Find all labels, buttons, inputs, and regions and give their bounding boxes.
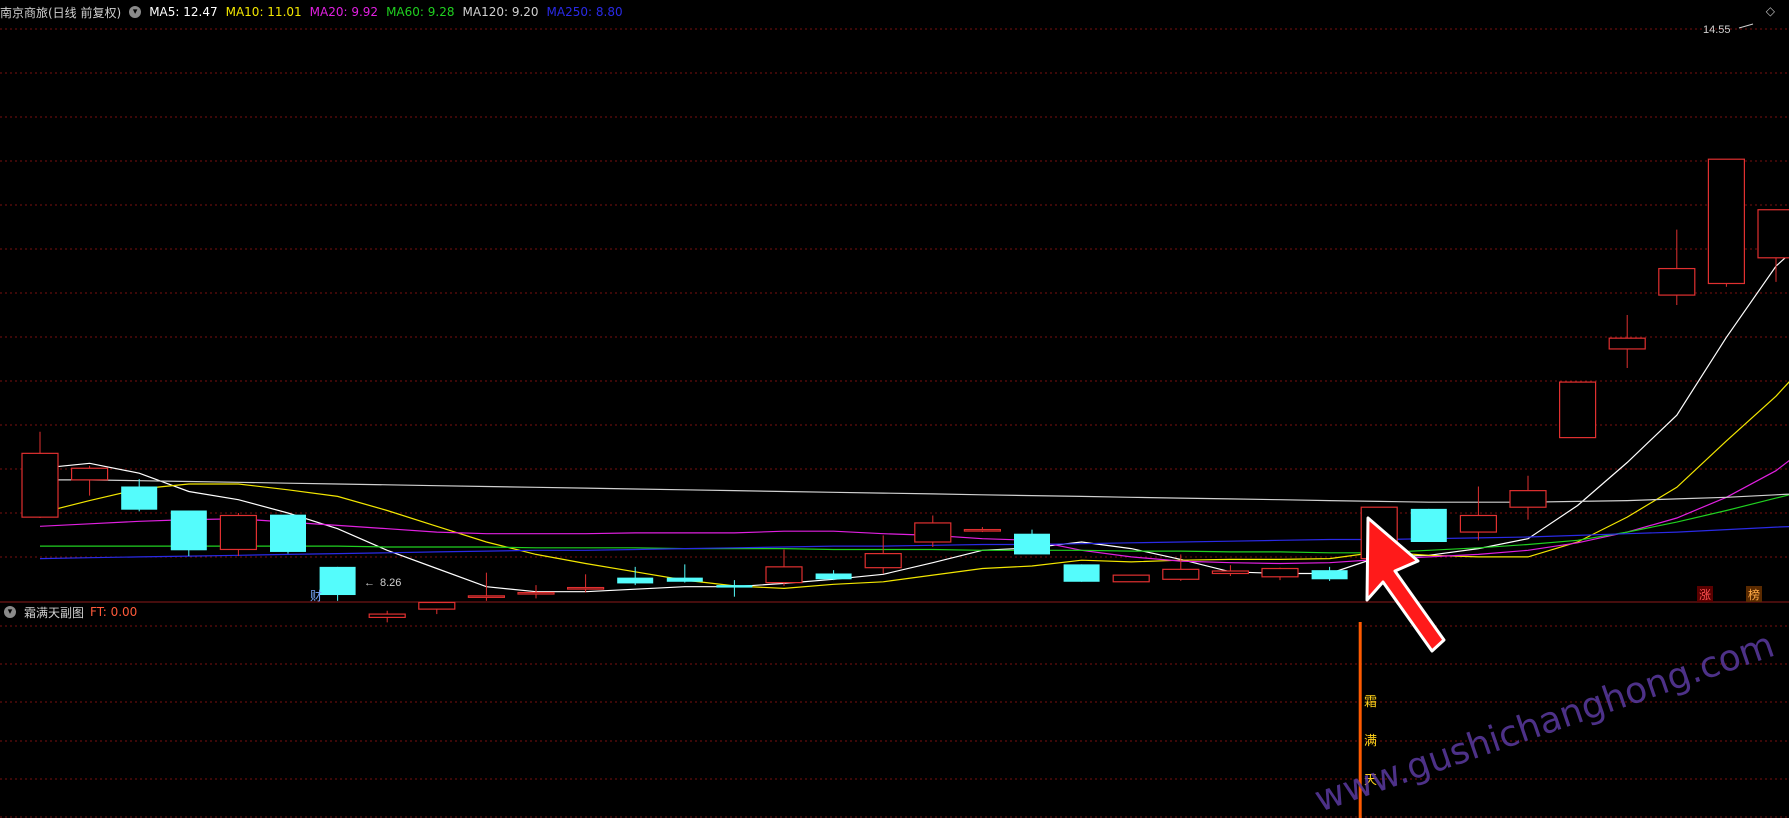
candle-body <box>1112 574 1150 583</box>
candles <box>21 158 1789 623</box>
ranking-marker[interactable]: 榜 <box>1748 587 1760 602</box>
ma60-label: MA60: 9.28 <box>386 5 455 19</box>
candle-body <box>617 577 654 584</box>
candle[interactable] <box>121 479 158 512</box>
candle[interactable] <box>1658 229 1696 306</box>
chevron-down-icon[interactable]: ▾ <box>4 606 16 618</box>
candle[interactable] <box>1261 567 1299 581</box>
low-arrow: ← <box>364 577 375 589</box>
candle-body <box>121 486 158 510</box>
kline-chart[interactable]: 14.55 ← 8.26 财 涨 榜 霜 满 天 www.gushichangh… <box>0 0 1789 818</box>
price-gridlines <box>0 28 1789 558</box>
candle-body <box>1063 564 1100 582</box>
candle-body <box>1410 508 1447 542</box>
candle-body <box>1707 158 1746 285</box>
candle[interactable] <box>319 566 356 601</box>
candle-body <box>219 514 257 551</box>
candle-body <box>566 586 605 590</box>
candle[interactable] <box>418 601 456 615</box>
candle[interactable] <box>21 431 59 518</box>
candle[interactable] <box>368 610 406 623</box>
candle-body <box>517 591 555 595</box>
ft-label: FT: 0.00 <box>90 605 138 619</box>
ma120-label: MA120: 9.20 <box>462 5 539 19</box>
candle[interactable] <box>1211 565 1250 576</box>
candle[interactable] <box>1558 381 1597 439</box>
candle[interactable] <box>1757 209 1789 282</box>
candle-body <box>765 566 803 584</box>
candle-body <box>666 577 703 582</box>
sub-legend: ▾ 霜满天副图 FT: 0.00 <box>0 601 145 623</box>
candle-body <box>1261 567 1299 578</box>
low-price-annotation: ← 8.26 <box>364 577 401 589</box>
stock-title[interactable]: 南京商旅(日线 前复权) <box>0 4 121 21</box>
candle-body <box>270 514 306 552</box>
candle[interactable] <box>566 574 605 593</box>
finance-marker[interactable]: 财 <box>310 589 322 603</box>
candle[interactable] <box>666 564 703 583</box>
candle-body <box>1162 568 1200 580</box>
ma20-label: MA20: 9.92 <box>309 5 379 19</box>
candle-body <box>70 467 109 481</box>
limit-up-marker[interactable]: 涨 <box>1699 587 1711 602</box>
candle-body <box>1757 209 1789 259</box>
candle-body <box>1311 570 1348 580</box>
candle-body <box>963 528 1002 532</box>
candle-body <box>1459 514 1498 533</box>
candle-body <box>1014 533 1050 555</box>
low-price-label: 8.26 <box>380 577 401 589</box>
candle-body <box>467 595 505 598</box>
candle-body <box>864 552 902 569</box>
candle-body <box>1608 337 1646 350</box>
candle[interactable] <box>219 513 257 557</box>
candle[interactable] <box>864 535 902 574</box>
high-price-label: 14.55 <box>1703 24 1731 36</box>
candle-body <box>815 573 852 580</box>
ma5-label: MA5: 12.47 <box>149 5 218 19</box>
candle-body <box>170 510 207 551</box>
candle[interactable] <box>1063 564 1100 582</box>
candle[interactable] <box>716 580 753 597</box>
candle-body <box>914 522 952 543</box>
ma10-label: MA10: 11.01 <box>225 5 302 19</box>
candle[interactable] <box>1014 529 1050 555</box>
candle-body <box>1658 267 1696 296</box>
candle[interactable] <box>765 549 803 586</box>
candle[interactable] <box>1608 314 1646 368</box>
candle[interactable] <box>815 570 852 581</box>
candle-body <box>1558 381 1597 439</box>
candle-body <box>1509 490 1547 508</box>
candle[interactable] <box>914 515 952 547</box>
ma250-label: MA250: 8.80 <box>546 5 623 19</box>
high-price-annotation: 14.55 <box>1703 23 1754 36</box>
chevron-down-icon[interactable]: ▾ <box>129 6 142 18</box>
candle-body <box>368 613 406 618</box>
candle[interactable] <box>963 527 1002 533</box>
candle[interactable] <box>1162 554 1200 581</box>
sub-title[interactable]: 霜满天副图 <box>24 604 84 621</box>
candle-body <box>418 601 456 610</box>
candle[interactable] <box>1112 574 1150 583</box>
watermark: www.gushichanghong.com <box>1310 625 1780 818</box>
candle[interactable] <box>467 572 505 601</box>
candle-body <box>1211 570 1250 575</box>
diamond-icon[interactable]: ◇ <box>1766 4 1775 18</box>
signal-char-2: 满 <box>1364 734 1377 749</box>
candle-body <box>21 452 59 518</box>
candle[interactable] <box>1410 508 1447 542</box>
high-price-leader <box>1738 23 1754 29</box>
candle[interactable] <box>270 514 306 554</box>
main-legend: 南京商旅(日线 前复权) ▾ MA5: 12.47 MA10: 11.01 MA… <box>0 1 631 23</box>
candle[interactable] <box>1707 158 1746 287</box>
candle-body <box>716 585 753 588</box>
candle-body <box>319 566 356 596</box>
candle[interactable] <box>170 510 207 557</box>
signal-char-1: 霜 <box>1364 695 1377 710</box>
